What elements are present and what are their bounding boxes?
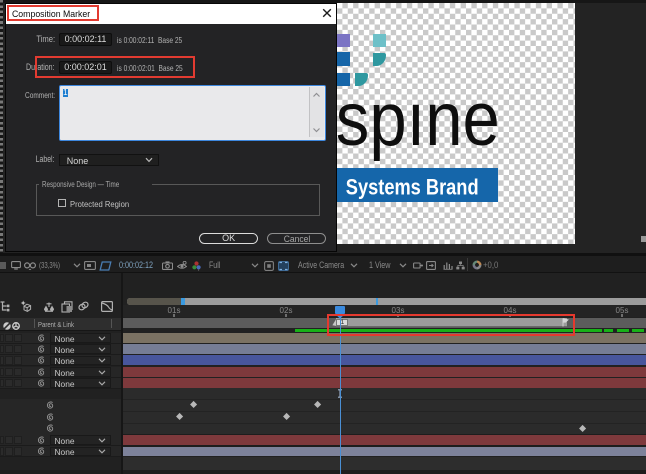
svg-text:Systems Brand: Systems Brand: [346, 174, 479, 199]
